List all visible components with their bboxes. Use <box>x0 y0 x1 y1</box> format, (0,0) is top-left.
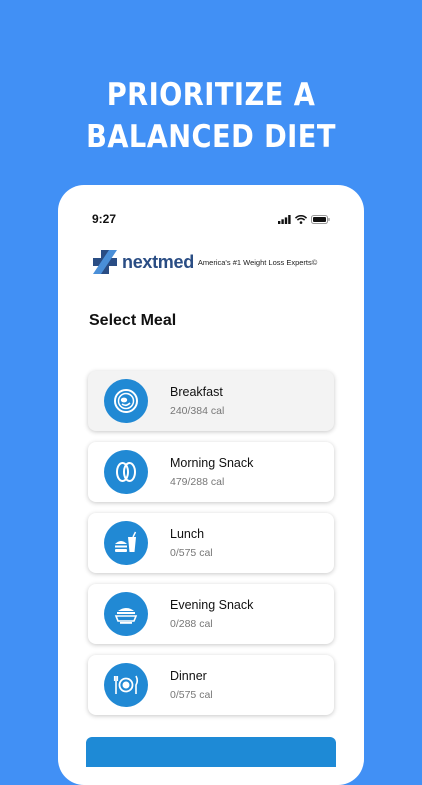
meal-text: Breakfast 240/384 cal <box>170 385 224 417</box>
meal-text: Morning Snack 479/288 cal <box>170 456 253 488</box>
meal-name: Evening Snack <box>170 598 254 612</box>
meal-calories: 0/575 cal <box>170 547 213 559</box>
meal-name: Dinner <box>170 669 207 683</box>
brand-name: nextmed <box>122 251 194 272</box>
brand-header: nextmed America's #1 Weight Loss Experts… <box>92 249 342 275</box>
meal-card-morning-snack[interactable]: Morning Snack 479/288 cal <box>88 442 334 502</box>
meal-card-dinner[interactable]: Dinner 0/575 cal <box>88 655 334 715</box>
brand-tagline: America's #1 Weight Loss Experts© <box>197 257 318 267</box>
meal-name: Breakfast <box>170 385 223 399</box>
status-time: 9:27 <box>92 212 117 226</box>
phone-screen: 9:27 nextmed America's #1 Weight Loss Ex… <box>58 185 364 785</box>
meal-calories: 479/288 cal <box>170 476 225 488</box>
lunch-burger-drink-icon <box>104 521 148 565</box>
status-icons <box>278 214 330 224</box>
page-title: Select Meal <box>89 312 177 329</box>
cellular-signal-icon <box>278 214 291 224</box>
nextmed-logo-icon <box>93 250 117 274</box>
headline: PRIORITIZE A BALANCED DIET <box>25 74 396 158</box>
meal-name: Morning Snack <box>170 456 254 470</box>
meal-card-breakfast[interactable]: Breakfast 240/384 cal <box>88 371 334 431</box>
status-bar: 9:27 <box>92 211 330 227</box>
continue-button[interactable] <box>86 737 336 767</box>
battery-icon <box>311 214 330 224</box>
wifi-icon <box>295 214 307 224</box>
meal-text: Evening Snack 0/288 cal <box>170 598 253 630</box>
meal-name: Lunch <box>170 527 205 541</box>
headline-line-2: BALANCED DIET <box>86 119 336 155</box>
meal-list: Breakfast 240/384 cal Morning Snack 479/… <box>88 371 334 726</box>
headline-line-1: PRIORITIZE A <box>106 77 316 113</box>
meal-text: Lunch 0/575 cal <box>170 527 213 559</box>
meal-calories: 0/575 cal <box>170 689 213 701</box>
meal-card-lunch[interactable]: Lunch 0/575 cal <box>88 513 334 573</box>
meal-calories: 0/288 cal <box>170 618 213 630</box>
dinner-plate-cutlery-icon <box>104 663 148 707</box>
meal-text: Dinner 0/575 cal <box>170 669 213 701</box>
meal-card-evening-snack[interactable]: Evening Snack 0/288 cal <box>88 584 334 644</box>
meal-calories: 240/384 cal <box>170 405 225 417</box>
breakfast-plate-icon <box>104 379 148 423</box>
snack-icon <box>104 450 148 494</box>
evening-snack-bowl-icon <box>104 592 148 636</box>
